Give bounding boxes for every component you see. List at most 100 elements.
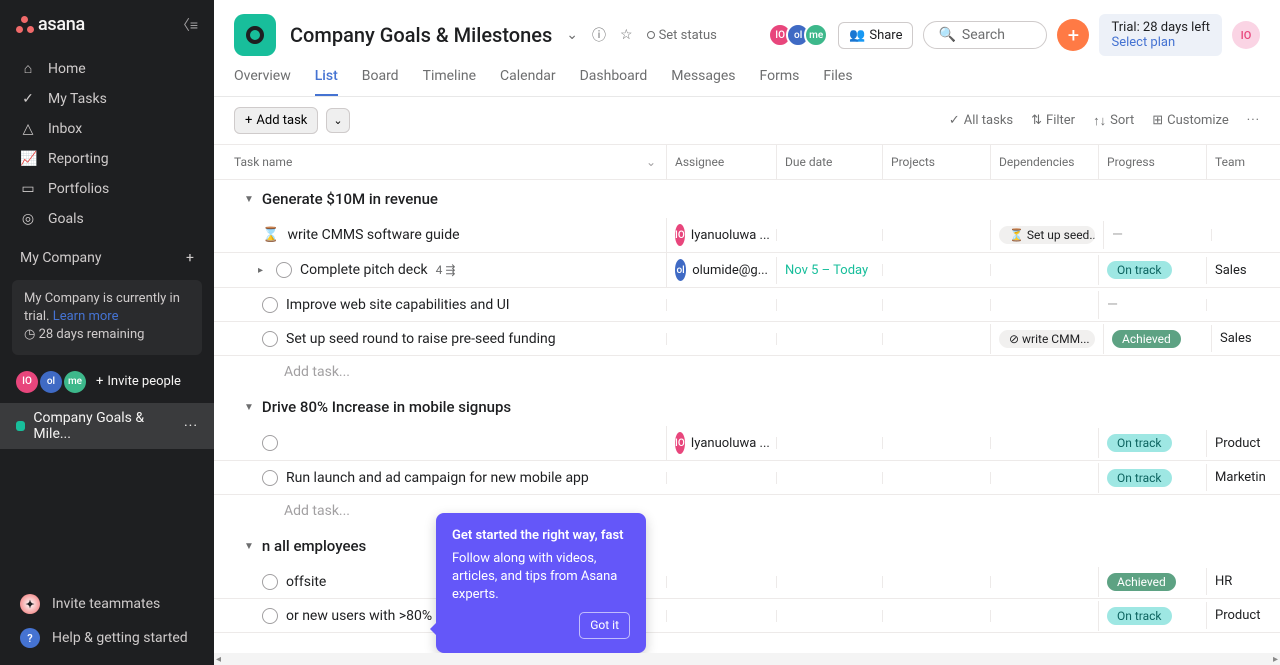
tab-board[interactable]: Board (362, 68, 399, 96)
tab-timeline[interactable]: Timeline (423, 68, 476, 96)
complete-icon[interactable] (276, 262, 292, 278)
projects-cell[interactable] (882, 229, 990, 241)
assignee-cell[interactable] (666, 610, 776, 622)
tab-forms[interactable]: Forms (760, 68, 800, 96)
assignee-cell[interactable]: IOIyanuoluwa ... (666, 426, 776, 460)
select-plan-link[interactable]: Select plan (1111, 35, 1175, 50)
nav-inbox[interactable]: △Inbox (0, 114, 214, 144)
projects-cell[interactable] (882, 333, 990, 345)
customize-button[interactable]: ⊞ Customize (1152, 113, 1229, 128)
complete-icon[interactable] (262, 574, 278, 590)
project-menu-icon[interactable]: ··· (184, 418, 198, 434)
progress-cell[interactable]: On track (1098, 601, 1206, 631)
nav-home[interactable]: ⌂Home (0, 53, 214, 84)
task-row[interactable]: offsiteAchievedHR (214, 565, 1280, 599)
add-company-icon[interactable]: + (186, 250, 194, 266)
h-avatar-me[interactable]: me (804, 23, 828, 47)
nav-reporting[interactable]: 📈Reporting (0, 144, 214, 174)
col-team[interactable]: Team (1206, 145, 1266, 179)
assignee-cell[interactable]: ololumide@g... (666, 253, 776, 287)
section-header[interactable]: ▼Generate $10M in revenue (214, 180, 1280, 218)
logo[interactable]: asana (16, 14, 85, 35)
dependencies-cell[interactable] (990, 576, 1098, 588)
tab-calendar[interactable]: Calendar (500, 68, 556, 96)
team-cell[interactable]: Product (1206, 430, 1268, 457)
team-cell[interactable]: Sales (1211, 325, 1271, 352)
tab-files[interactable]: Files (823, 68, 852, 96)
global-add-button[interactable]: + (1057, 19, 1089, 51)
task-row[interactable]: or new users with >80% engageOn trackPro… (214, 599, 1280, 633)
horizontal-scrollbar[interactable]: ◂▸ (214, 653, 1280, 665)
star-icon[interactable]: ☆ (620, 27, 633, 43)
task-row[interactable]: ⌛write CMMS software guideIOIyanuoluwa .… (214, 218, 1280, 253)
projects-cell[interactable] (882, 472, 990, 484)
date-cell[interactable] (776, 299, 882, 311)
title-dropdown-icon[interactable]: ⌄ (566, 27, 578, 43)
more-icon[interactable]: ··· (1247, 113, 1260, 128)
collapse-sidebar-icon[interactable]: 〈≡ (176, 15, 198, 35)
date-cell[interactable] (776, 229, 882, 241)
dependencies-cell[interactable] (990, 472, 1098, 484)
progress-cell[interactable]: Achieved (1098, 567, 1206, 597)
dependencies-cell[interactable] (990, 264, 1098, 276)
complete-icon[interactable] (262, 608, 278, 624)
dependencies-cell[interactable] (990, 437, 1098, 449)
sort-button[interactable]: ↑↓ Sort (1093, 113, 1134, 129)
help-button[interactable]: ? Help & getting started (0, 621, 214, 655)
nav-goals[interactable]: ◎Goals (0, 204, 214, 234)
task-name-cell[interactable]: Set up seed round to raise pre-seed fund… (214, 331, 666, 347)
info-icon[interactable]: ⓘ (592, 25, 606, 45)
share-button[interactable]: 👥Share (838, 22, 913, 49)
date-cell[interactable]: Nov 5 – Today (776, 257, 882, 284)
tab-overview[interactable]: Overview (234, 68, 291, 96)
dependencies-cell[interactable] (990, 610, 1098, 622)
progress-cell[interactable]: On track (1098, 463, 1206, 493)
task-row[interactable]: Improve web site capabilities and UI— (214, 288, 1280, 322)
date-cell[interactable] (776, 610, 882, 622)
date-cell[interactable] (776, 576, 882, 588)
team-cell[interactable] (1211, 229, 1271, 241)
projects-cell[interactable] (882, 610, 990, 622)
complete-icon[interactable] (262, 331, 278, 347)
complete-icon[interactable] (262, 435, 278, 451)
task-name-cell[interactable]: Run launch and ad campaign for new mobil… (214, 470, 666, 486)
avatar-me[interactable]: me (64, 371, 86, 393)
task-name-cell[interactable] (214, 435, 666, 451)
complete-icon[interactable] (262, 297, 278, 313)
nav-my-tasks[interactable]: ✓My Tasks (0, 84, 214, 114)
progress-cell[interactable]: Achieved (1103, 324, 1211, 354)
team-cell[interactable]: HR (1206, 568, 1266, 595)
date-cell[interactable] (776, 333, 882, 345)
team-cell[interactable]: Product (1206, 602, 1268, 629)
nav-portfolios[interactable]: ▭Portfolios (0, 174, 214, 204)
add-task-dropdown[interactable]: ⌄ (326, 108, 349, 133)
add-task-button[interactable]: + Add task (234, 107, 318, 134)
progress-cell[interactable]: — (1103, 221, 1211, 249)
projects-cell[interactable] (882, 264, 990, 276)
col-progress[interactable]: Progress (1098, 145, 1206, 179)
section-header[interactable]: ▼n all employees (214, 527, 1280, 565)
team-cell[interactable] (1206, 299, 1266, 311)
expand-icon[interactable]: ▸ (258, 265, 268, 276)
dependencies-cell[interactable] (990, 299, 1098, 311)
add-task-inline[interactable]: Add task... (214, 495, 1280, 527)
section-header[interactable]: ▼Drive 80% Increase in mobile signups (214, 388, 1280, 426)
all-tasks-button[interactable]: ✓ All tasks (949, 113, 1013, 128)
projects-cell[interactable] (882, 576, 990, 588)
team-cell[interactable]: Marketin (1206, 464, 1274, 491)
projects-cell[interactable] (882, 437, 990, 449)
team-cell[interactable]: Sales (1206, 257, 1266, 284)
chevron-down-icon[interactable]: ⌄ (646, 155, 666, 169)
add-task-inline[interactable]: Add task... (214, 356, 1280, 388)
task-row[interactable]: Set up seed round to raise pre-seed fund… (214, 322, 1280, 356)
col-task-name[interactable]: Task name⌄ (214, 145, 666, 179)
assignee-cell[interactable] (666, 333, 776, 345)
task-name-cell[interactable]: ▸Complete pitch deck4 ⇶ (214, 262, 666, 278)
assignee-cell[interactable] (666, 576, 776, 588)
tab-messages[interactable]: Messages (671, 68, 735, 96)
sidebar-project[interactable]: Company Goals & Mile... ··· (0, 403, 214, 449)
assignee-cell[interactable]: IOIyanuoluwa ... (666, 218, 776, 252)
task-row[interactable]: Run launch and ad campaign for new mobil… (214, 461, 1280, 495)
progress-cell[interactable]: On track (1098, 428, 1206, 458)
invite-teammates-button[interactable]: ✦ Invite teammates (0, 587, 214, 621)
